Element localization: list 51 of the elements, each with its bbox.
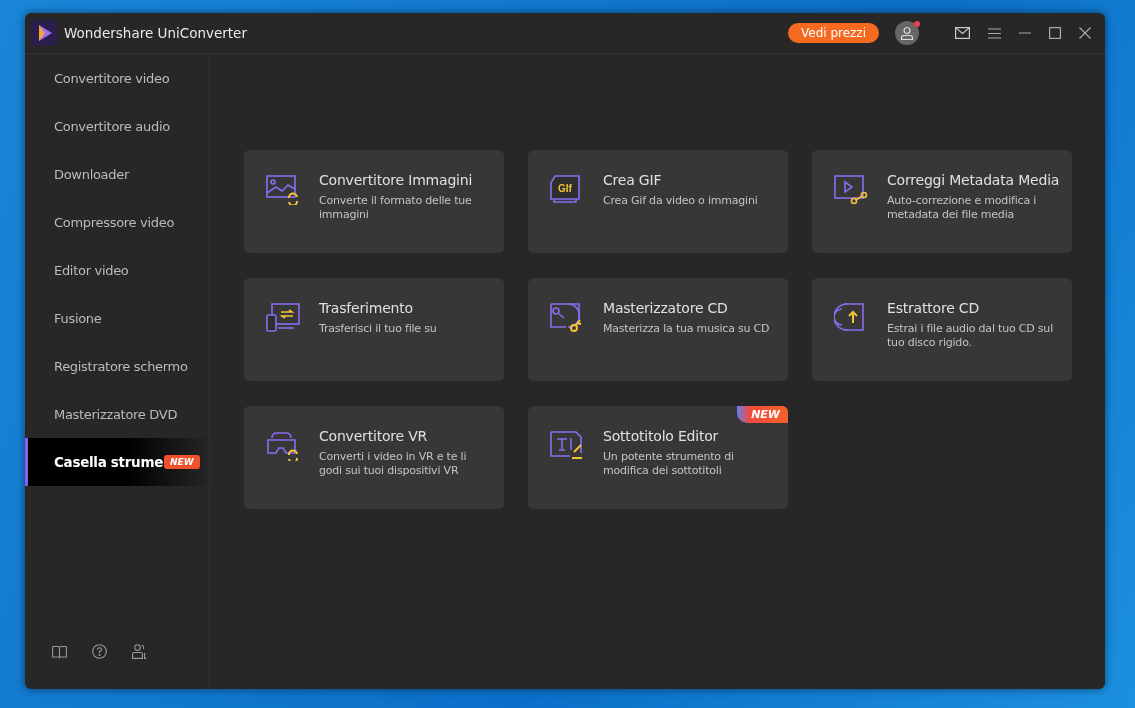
menu-icon[interactable] [988,27,1001,39]
tool-description: Converte il formato delle tue immagini [319,194,473,222]
tool-description: Un potente strumento di modifica dei sottotitoli [603,450,735,478]
tool-title: Trasferimento [319,300,414,316]
tool-card[interactable]: Trasferimento Trasferisci il tuo file su [244,278,504,381]
disc-music-icon [550,303,584,333]
tool-card[interactable]: Sottotitolo Editor Un potente strumento di modifica dei sottotitoli NEW [528,406,788,509]
tool-description: Estrai i file audio dal tuo CD sul tuo disco rigido. [887,322,1054,350]
vr-headset-icon [266,431,300,461]
tool-description: Converti i video in VR e te li godi sui tuoi dispositivi VR [319,450,468,478]
tool-card[interactable]: Correggi Metadata Media Auto-correzione e modifica i metadata dei file media [812,150,1072,253]
video-tag-icon [834,175,868,205]
tool-description: Masterizza la tua musica su CD [603,322,770,336]
close-icon[interactable] [1079,27,1091,39]
tool-card[interactable]: Estrattore CD Estrai i file audio dal tuo CD sul tuo disco rigido. [812,278,1072,381]
app-logo-icon [31,20,57,46]
community-icon[interactable] [132,644,147,659]
sidebar-item[interactable]: Registratore schermo [25,342,209,390]
tool-description: Auto-correzione e modifica i metadata dei file media [887,194,1038,222]
tool-description: Trasferisci il tuo file su [319,322,437,336]
tool-title: Convertitore Immagini [319,172,474,188]
subtitle-edit-icon [550,431,584,461]
sidebar-item[interactable]: Masterizzatore DVD [25,390,209,438]
tool-title: Masterizzatore CD [603,300,729,316]
help-icon[interactable] [92,644,107,659]
sidebar-item[interactable]: Compressore video [25,198,209,246]
tool-title: Convertitore VR [319,428,429,444]
device-transfer-icon [266,303,300,333]
mail-icon[interactable] [955,27,970,39]
person-icon [900,26,914,40]
tool-card[interactable]: Convertitore Immagini Converte il formato delle tue immagini [244,150,504,253]
account-avatar[interactable] [895,21,919,45]
sidebar-item[interactable]: Convertitore video [25,54,209,102]
image-convert-icon [266,175,300,205]
sidebar-item[interactable]: Downloader [25,150,209,198]
tool-title: Crea GIF [603,172,663,188]
tool-card[interactable]: GIf Crea GIF Crea Gif da video o immagini [528,150,788,253]
tool-card[interactable]: Masterizzatore CD Masterizza la tua musica su CD [528,278,788,381]
new-badge: NEW [737,406,788,423]
book-icon[interactable] [52,644,67,659]
sidebar-item[interactable]: Fusione [25,294,209,342]
sidebar-item[interactable]: Convertitore audio [25,102,209,150]
tool-title: Sottotitolo Editor [603,428,720,444]
tool-description: Crea Gif da video o immagini [603,194,758,208]
sidebar-item[interactable]: Editor video [25,246,209,294]
maximize-icon[interactable] [1049,27,1061,39]
new-badge: NEW [164,455,200,469]
tool-card[interactable]: Convertitore VR Converti i video in VR e te li godi sui tuoi dispositivi VR [244,406,504,509]
tool-title: Estrattore CD [887,300,980,316]
window-title: Wondershare UniConverter [64,25,247,41]
tool-title: Correggi Metadata Media [887,172,1060,188]
